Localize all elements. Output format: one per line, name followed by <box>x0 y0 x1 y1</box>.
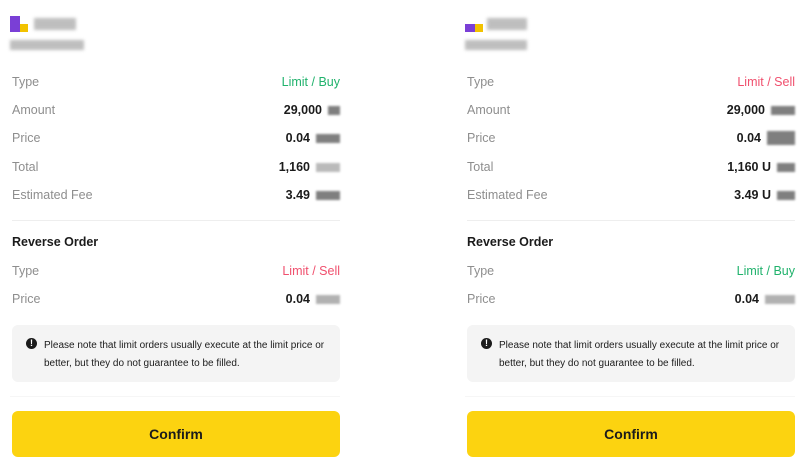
redacted-pair-name <box>34 18 76 30</box>
limit-order-notice: ! Please note that limit orders usually … <box>467 325 795 382</box>
reverse-type-row: Type Limit / Buy <box>467 261 795 281</box>
redacted-pair-name <box>487 18 527 30</box>
reverse-price-value: 0.04 <box>286 292 340 306</box>
amount-value: 29,000 <box>727 103 795 117</box>
total-value: 1,160 <box>279 160 340 174</box>
reverse-type-value: Limit / Buy <box>736 264 795 278</box>
notice-text: Please note that limit orders usually ex… <box>499 340 780 369</box>
type-row: Type Limit / Sell <box>467 72 795 92</box>
brand-logo <box>465 16 485 32</box>
brand-logo <box>10 16 30 32</box>
type-label: Type <box>12 75 40 89</box>
redacted-subtitle <box>10 40 84 50</box>
total-value: 1,160 U <box>727 160 795 174</box>
price-row: Price 0.04 <box>12 128 340 148</box>
fee-label: Estimated Fee <box>467 188 548 202</box>
limit-order-notice: ! Please note that limit orders usually … <box>12 325 340 382</box>
asset-header <box>10 14 110 56</box>
reverse-type-label: Type <box>467 264 495 278</box>
amount-value: 29,000 <box>284 103 340 117</box>
fee-row: Estimated Fee 3.49 <box>12 185 340 205</box>
info-icon: ! <box>481 338 492 349</box>
reverse-type-label: Type <box>12 264 40 278</box>
reverse-price-row: Price 0.04 <box>467 289 795 309</box>
reverse-type-row: Type Limit / Sell <box>12 261 340 281</box>
reverse-type-value: Limit / Sell <box>282 264 340 278</box>
price-row: Price 0.04 <box>467 128 795 148</box>
redacted-subtitle <box>465 40 527 50</box>
price-label: Price <box>467 131 496 145</box>
asset-header <box>465 14 565 56</box>
price-value: 0.04 <box>737 131 795 145</box>
fee-row: Estimated Fee 3.49 U <box>467 185 795 205</box>
notice-text: Please note that limit orders usually ex… <box>44 340 325 369</box>
divider <box>467 220 795 221</box>
amount-row: Amount 29,000 <box>12 100 340 120</box>
reverse-order-title: Reverse Order <box>467 235 554 249</box>
amount-label: Amount <box>12 103 56 117</box>
reverse-order-title: Reverse Order <box>12 235 99 249</box>
reverse-price-label: Price <box>467 292 496 306</box>
fee-value: 3.49 <box>286 188 340 202</box>
divider <box>12 220 340 221</box>
amount-row: Amount 29,000 <box>467 100 795 120</box>
reverse-price-value: 0.04 <box>735 292 795 306</box>
reverse-price-label: Price <box>12 292 41 306</box>
confirm-button[interactable]: Confirm <box>12 411 340 457</box>
amount-label: Amount <box>467 103 511 117</box>
confirm-button[interactable]: Confirm <box>467 411 795 457</box>
order-confirm-panel-left: Type Limit / Buy Amount 29,000 Price 0.0… <box>10 0 340 465</box>
type-label: Type <box>467 75 495 89</box>
price-label: Price <box>12 131 41 145</box>
price-value: 0.04 <box>286 131 340 145</box>
type-value: Limit / Buy <box>281 75 340 89</box>
fee-value: 3.49 U <box>734 188 795 202</box>
type-value: Limit / Sell <box>737 75 795 89</box>
type-row: Type Limit / Buy <box>12 72 340 92</box>
info-icon: ! <box>26 338 37 349</box>
total-row: Total 1,160 U <box>467 157 795 177</box>
order-confirm-panel-right: Type Limit / Sell Amount 29,000 Price 0.… <box>465 0 795 465</box>
fee-label: Estimated Fee <box>12 188 93 202</box>
reverse-price-row: Price 0.04 <box>12 289 340 309</box>
total-row: Total 1,160 <box>12 157 340 177</box>
total-label: Total <box>12 160 39 174</box>
total-label: Total <box>467 160 494 174</box>
footer-divider <box>10 396 340 397</box>
footer-divider <box>465 396 795 397</box>
